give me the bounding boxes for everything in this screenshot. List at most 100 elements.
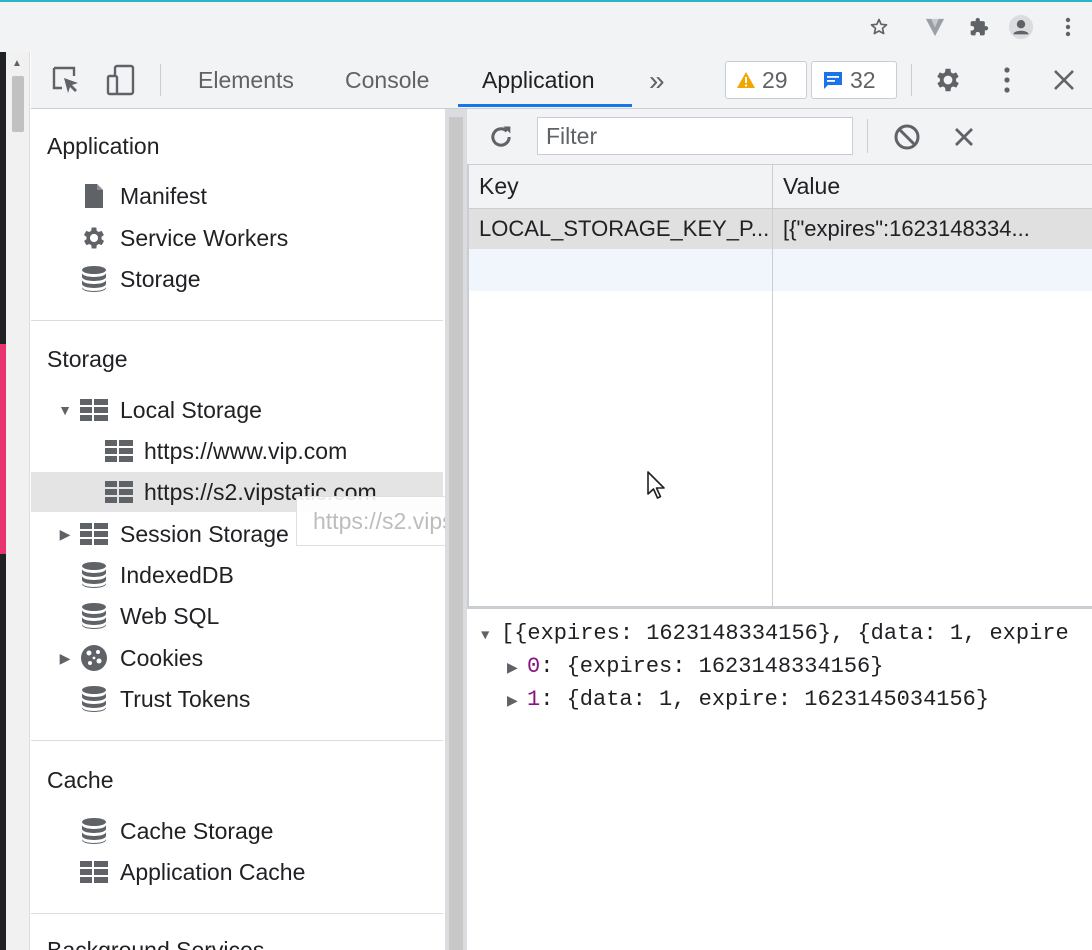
refresh-icon[interactable] [483,119,519,155]
bookmark-star-icon[interactable] [866,14,892,40]
sidebar-item-service-workers[interactable]: Service Workers [31,218,443,258]
toolbar-separator [867,119,868,153]
collapsed-triangle-icon[interactable]: ▶ [57,650,73,666]
sidebar-item-label: Manifest [120,182,207,209]
table-row-empty [469,249,1092,291]
preview-item[interactable]: ▶ 0: {expires: 1623148334156} [507,654,883,679]
warnings-count: 29 [762,66,788,93]
sidebar-item-label: https://www.vip.com [144,437,348,464]
sidebar-scrollbar-thumb[interactable] [449,117,463,950]
sidebar-item-label: Web SQL [120,602,220,629]
preview-root[interactable]: ▼ [{expires: 1623148334156}, {data: 1, ex… [481,621,1069,646]
sidebar-item-label: Cookies [120,644,204,671]
page-scrollbar[interactable]: ▲ [6,52,30,950]
message-icon [824,72,842,89]
sidebar-item-label: Application Cache [120,858,306,885]
storage-toolbar [467,109,1092,165]
collapsed-triangle-icon[interactable]: ▶ [57,526,73,542]
table-cell-key[interactable]: LOCAL_STORAGE_KEY_P... [469,209,772,249]
sidebar-item-cache-storage[interactable]: Cache Storage [31,811,443,851]
database-icon [80,602,108,630]
inspect-element-icon[interactable] [48,62,84,98]
warning-icon [737,72,755,88]
settings-gear-icon[interactable] [930,62,966,98]
active-tab-indicator [458,104,632,107]
delete-selected-icon[interactable] [946,119,982,155]
preview-item[interactable]: ▶ 1: {data: 1, expire: 1623145034156} [507,687,989,712]
database-icon [80,265,108,293]
sidebar-item-manifest[interactable]: Manifest [31,176,443,216]
sidebar-item-label: IndexedDB [120,561,234,588]
collapsed-triangle-icon: ▶ [507,694,518,710]
more-tabs-button[interactable]: » [649,52,665,109]
section-divider [31,913,443,914]
table-grid-icon [80,396,108,424]
storage-table: Key Value LOCAL_STORAGE_KEY_P... [{"expi… [467,165,1092,606]
toolbar-separator [911,64,912,96]
sidebar-item-indexeddb[interactable]: IndexedDB [31,555,443,595]
section-title-application: Application [47,133,160,159]
page-scrollbar-thumb[interactable] [12,76,24,132]
section-divider [31,740,443,741]
value-preview: ▼ [{expires: 1623148334156}, {data: 1, ex… [467,609,1092,950]
devtools-menu-icon[interactable] [989,62,1025,98]
messages-badge[interactable]: 32 [811,61,897,99]
sidebar-item-storage[interactable]: Storage [31,259,443,299]
sidebar-item-origin[interactable]: https://www.vip.com [31,431,443,471]
database-icon [80,561,108,589]
gear-icon [80,224,108,252]
close-devtools-icon[interactable] [1046,62,1082,98]
devtools-tabbar: Elements Console Application » 29 32 [31,52,1092,109]
sidebar-item-label: Cache Storage [120,817,274,844]
column-divider[interactable] [772,165,773,606]
column-header-key[interactable]: Key [469,165,772,209]
sidebar-item-application-cache[interactable]: Application Cache [31,852,443,892]
preview-item-value: : {data: 1, expire: 1623145034156} [540,687,990,712]
column-header-value[interactable]: Value [773,165,1092,209]
database-icon [80,685,108,713]
cookie-icon [80,644,108,672]
preview-root-text: [{expires: 1623148334156}, {data: 1, exp… [501,621,1069,646]
file-icon [80,182,108,210]
preview-item-value: : {expires: 1623148334156} [540,654,884,679]
device-toolbar-icon[interactable] [103,62,139,98]
table-grid-icon [80,520,108,548]
sidebar-item-cookies[interactable]: ▶ Cookies [31,638,443,678]
sidebar-item-label: Service Workers [120,224,289,251]
warnings-badge[interactable]: 29 [725,61,807,99]
messages-count: 32 [850,66,876,93]
scroll-up-arrow-icon[interactable]: ▲ [12,58,22,69]
database-icon [80,817,108,845]
section-title-storage: Storage [47,346,128,372]
browser-toolbar [0,0,1092,52]
table-cell-value[interactable]: [{"expires":1623148334... [773,209,1092,249]
profile-avatar-icon[interactable] [1008,14,1034,40]
sidebar-item-web-sql[interactable]: Web SQL [31,596,443,636]
filter-input[interactable] [537,117,853,155]
browser-menu-icon[interactable] [1055,14,1081,40]
sidebar-item-label: Storage [120,265,201,292]
sidebar-item-trust-tokens[interactable]: Trust Tokens [31,679,443,719]
mouse-cursor-icon [646,470,668,500]
extensions-puzzle-icon[interactable] [966,14,992,40]
sidebar-scrollbar[interactable] [445,109,467,950]
sidebar-item-local-storage[interactable]: ▼ Local Storage [31,390,443,430]
collapsed-triangle-icon: ▶ [507,661,518,677]
section-title-cache: Cache [47,767,114,793]
preview-item-index: 1 [527,687,541,712]
tab-application[interactable]: Application [482,52,595,109]
preview-item-index: 0 [527,654,541,679]
expanded-triangle-icon[interactable]: ▼ [57,402,73,418]
sidebar-item-label: Local Storage [120,396,262,423]
table-grid-icon [105,478,133,506]
table-grid-icon [105,437,133,465]
toolbar-separator [160,64,161,96]
sidebar-item-label: Session Storage [120,520,289,547]
tab-elements[interactable]: Elements [198,52,294,109]
extension-v-icon[interactable] [922,14,948,40]
sidebar-item-label: Trust Tokens [120,685,251,712]
tab-console[interactable]: Console [345,52,429,109]
clear-all-icon[interactable] [889,119,925,155]
section-title-background-services: Background Services [47,937,265,950]
section-divider [31,320,443,321]
